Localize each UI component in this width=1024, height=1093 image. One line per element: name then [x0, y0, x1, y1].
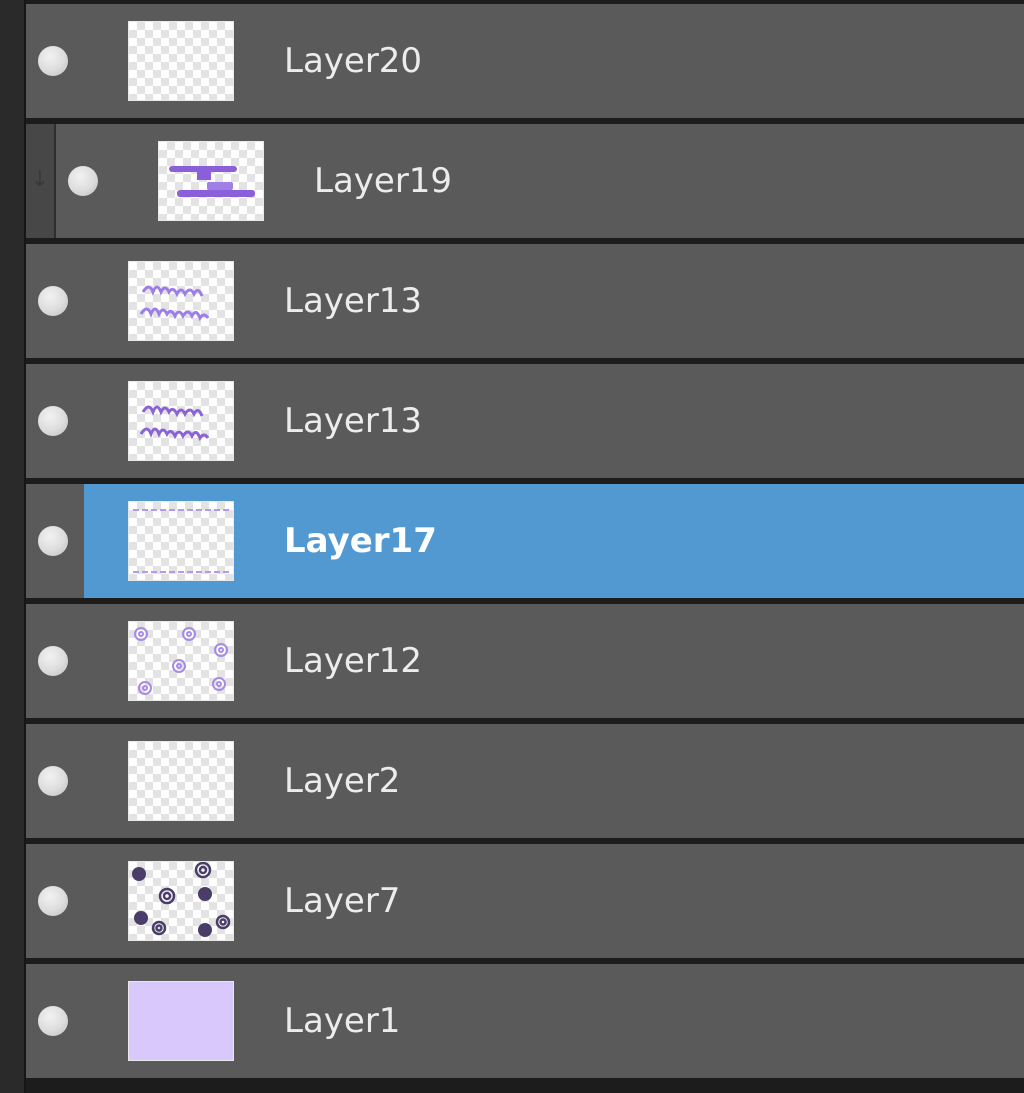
visibility-toggle-icon[interactable] — [38, 46, 68, 76]
layer-thumbnail — [128, 381, 234, 461]
layer-row-layer1[interactable]: Layer1 — [26, 964, 1024, 1078]
clip-arrow-icon: ↓ — [30, 167, 50, 192]
visibility-toggle-icon[interactable] — [38, 886, 68, 916]
layer-row-layer20[interactable]: Layer20 — [26, 4, 1024, 118]
visibility-toggle-icon[interactable] — [38, 406, 68, 436]
layer-name: Layer20 — [284, 41, 423, 81]
panel-left-edge — [0, 0, 26, 1093]
layer-row-layer13[interactable]: Layer13 — [26, 244, 1024, 358]
layer-name: Layer19 — [314, 161, 453, 201]
layer-name: Layer13 — [284, 401, 423, 441]
layer-name: Layer1 — [284, 1001, 401, 1041]
visibility-toggle-icon[interactable] — [38, 646, 68, 676]
layer-name: Layer13 — [284, 281, 423, 321]
layer-list: Layer20 ↓ Layer19 Layer13 Layer13 Layer1… — [26, 4, 1024, 1084]
visibility-toggle-icon[interactable] — [38, 286, 68, 316]
layer-name: Layer17 — [284, 521, 437, 561]
layer-name: Layer7 — [284, 881, 401, 921]
layer-row-layer13-copy[interactable]: Layer13 — [26, 364, 1024, 478]
layer-name: Layer2 — [284, 761, 401, 801]
layers-panel: Layer20 ↓ Layer19 Layer13 Layer13 Layer1… — [0, 0, 1024, 1093]
visibility-toggle-icon[interactable] — [38, 1006, 68, 1036]
layer-thumbnail — [128, 261, 234, 341]
layer-row-layer12[interactable]: Layer12 — [26, 604, 1024, 718]
layer-row-layer17[interactable]: Layer17 — [26, 484, 1024, 598]
layer-thumbnail — [128, 741, 234, 821]
layer-thumbnail — [128, 621, 234, 701]
layer-name: Layer12 — [284, 641, 423, 681]
layer-thumbnail — [158, 141, 264, 221]
layer-thumbnail — [128, 501, 234, 581]
layer-thumbnail — [128, 21, 234, 101]
visibility-toggle-icon[interactable] — [38, 526, 68, 556]
visibility-toggle-icon[interactable] — [38, 766, 68, 796]
layer-thumbnail — [128, 861, 234, 941]
layer-thumbnail — [128, 981, 234, 1061]
clipping-indicator: ↓ — [26, 124, 56, 238]
layer-row-layer7[interactable]: Layer7 — [26, 844, 1024, 958]
visibility-toggle-icon[interactable] — [68, 166, 98, 196]
layer-row-layer2[interactable]: Layer2 — [26, 724, 1024, 838]
layer-row-layer19[interactable]: ↓ Layer19 — [26, 124, 1024, 238]
